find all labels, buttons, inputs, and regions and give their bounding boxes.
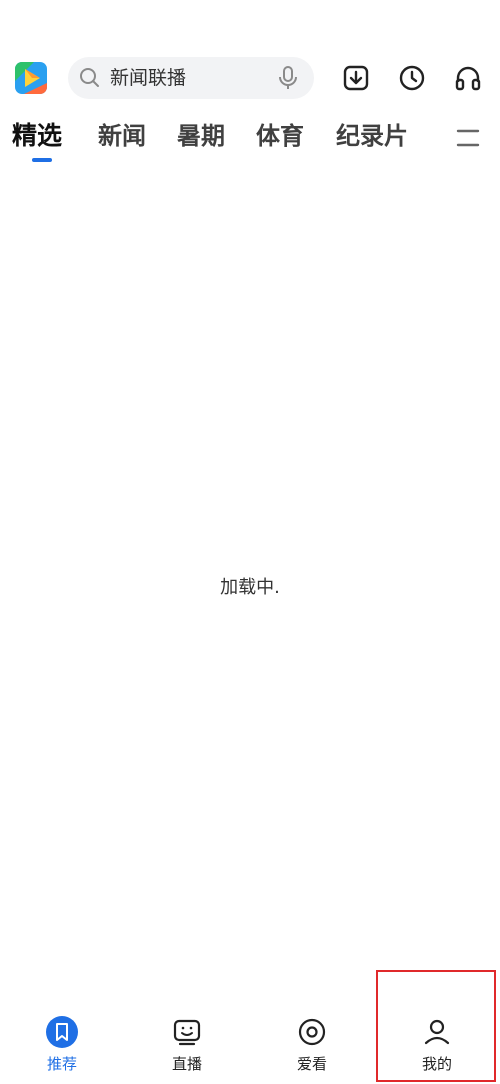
nav-item-live[interactable]: 直播 xyxy=(142,1016,232,1080)
tab-documentary[interactable]: 纪录片 xyxy=(336,121,408,151)
microphone-icon[interactable] xyxy=(276,65,300,91)
nav-label-watch: 爱看 xyxy=(296,1055,327,1073)
tab-sports[interactable]: 体育 xyxy=(256,121,304,151)
tab-summer[interactable]: 暑期 xyxy=(177,121,225,151)
highlight-box xyxy=(376,970,496,1082)
nav-item-watch[interactable]: 爱看 xyxy=(267,1016,357,1080)
menu-icon[interactable] xyxy=(456,128,480,148)
loading-text: 加载中. xyxy=(220,577,280,598)
active-tab-indicator xyxy=(32,158,52,162)
top-bar: 新闻联播 xyxy=(0,52,500,104)
tab-featured[interactable]: 精选 xyxy=(12,121,62,151)
app-screen: 新闻联播 精选 新闻 暑期 体育 纪录片 加载中. 推荐 直播 爱看 我的 xyxy=(0,0,500,1084)
nav-item-recommend[interactable]: 推荐 xyxy=(17,1016,107,1080)
tab-news[interactable]: 新闻 xyxy=(98,121,146,151)
search-text: 新闻联播 xyxy=(110,67,187,89)
nav-label-recommend: 推荐 xyxy=(46,1055,77,1073)
search-icon xyxy=(80,68,99,87)
search-bar[interactable]: 新闻联播 xyxy=(68,57,314,99)
tv-icon xyxy=(173,1019,201,1046)
disc-icon xyxy=(298,1018,326,1046)
nav-label-live: 直播 xyxy=(171,1055,202,1073)
category-tabs: 精选 新闻 暑期 体育 纪录片 xyxy=(0,115,500,165)
app-logo-icon[interactable] xyxy=(14,61,48,95)
history-clock-icon[interactable] xyxy=(397,63,427,93)
bookmark-icon xyxy=(46,1016,78,1048)
headphones-icon[interactable] xyxy=(453,63,483,93)
download-icon[interactable] xyxy=(341,63,371,93)
